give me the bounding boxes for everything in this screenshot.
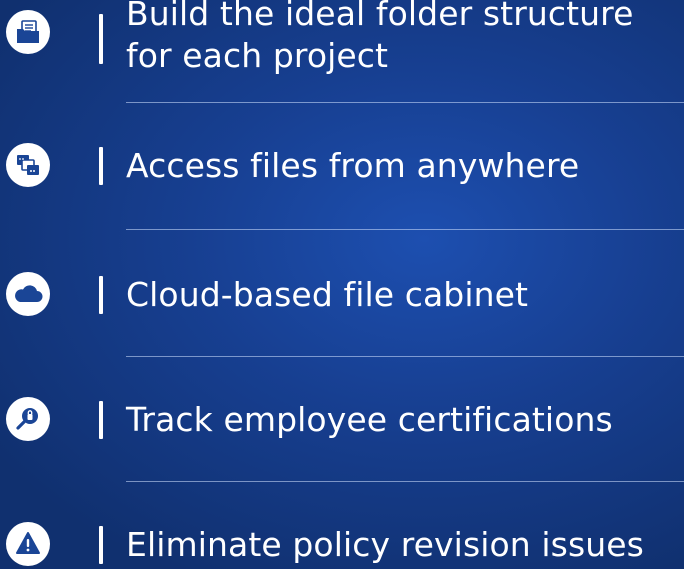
divider-bar — [99, 526, 103, 564]
divider-bar — [99, 14, 103, 64]
feature-label-line-1: Build the ideal folder structure — [126, 0, 634, 33]
feature-label: Access files from anywhere — [126, 146, 580, 185]
feature-label: Track employee certifications — [126, 400, 613, 439]
divider-bar — [99, 147, 103, 185]
feature-label-line-2: for each project — [126, 36, 389, 75]
certificate-search-icon — [16, 408, 38, 430]
divider-bar — [99, 401, 103, 439]
row-divider — [126, 481, 684, 482]
row-divider — [126, 229, 684, 230]
warning-icon — [16, 532, 40, 554]
divider-bar — [99, 276, 103, 314]
cloud-icon — [15, 285, 43, 302]
row-divider — [126, 356, 684, 357]
row-divider — [126, 102, 684, 103]
multi-window-icon — [17, 155, 39, 175]
folder-documents-icon-badge — [6, 10, 50, 54]
feature-label: Cloud-based file cabinet — [126, 275, 529, 314]
feature-label: Eliminate policy revision issues — [126, 525, 644, 564]
folder-documents-icon — [17, 20, 39, 43]
cloud-icon-badge — [6, 272, 50, 316]
multi-window-icon-badge — [6, 143, 50, 187]
certificate-search-icon-badge — [6, 397, 50, 441]
warning-icon-badge — [6, 522, 50, 566]
